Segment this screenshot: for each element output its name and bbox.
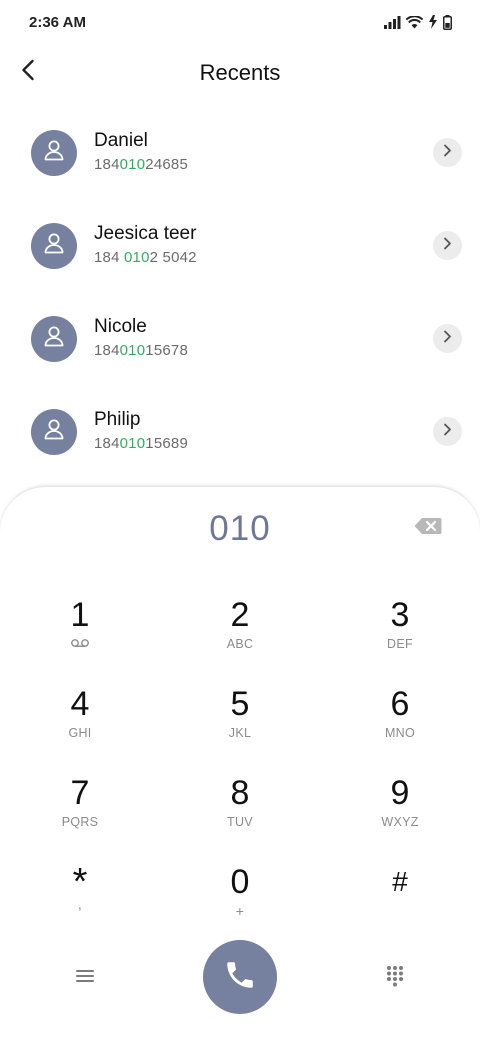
chevron-right-icon xyxy=(443,237,452,255)
recent-info: Philip 18401015689 xyxy=(94,408,433,455)
contact-number: 18401015678 xyxy=(94,342,188,359)
key-digit: 6 xyxy=(390,685,410,723)
key-letters: MNO xyxy=(384,726,416,740)
contact-name: Daniel xyxy=(94,130,148,151)
key-letters: GHI xyxy=(68,726,92,740)
key-8[interactable]: 8 TUV xyxy=(160,773,320,862)
dialpad-actions xyxy=(0,937,480,1017)
key-digit: # xyxy=(392,866,408,897)
voicemail-icon xyxy=(70,636,90,652)
recent-info: Daniel 18401024685 xyxy=(94,129,433,176)
key-digit: 5 xyxy=(230,685,250,723)
contact-details-button[interactable] xyxy=(433,417,462,446)
key-5[interactable]: 5 JKL xyxy=(160,684,320,773)
contact-name: Philip xyxy=(94,409,141,430)
key-letters: ABC xyxy=(226,637,254,651)
key-letters: DEF xyxy=(387,637,413,651)
back-button[interactable] xyxy=(12,56,44,88)
key-letters: , xyxy=(77,896,83,912)
contact-details-button[interactable] xyxy=(433,138,462,167)
header: Recents xyxy=(0,48,480,98)
match-highlight: 010 xyxy=(119,435,146,452)
contact-details-button[interactable] xyxy=(433,324,462,353)
avatar xyxy=(31,129,77,176)
key-1[interactable]: 1 xyxy=(0,595,160,684)
keypad-grid: 1 2 ABC 3 DEF 4 GHI 5 JKL 6 MNO 7 PQRS 8… xyxy=(0,595,480,951)
key-digit: 8 xyxy=(230,774,250,812)
dialpad-icon xyxy=(385,965,405,992)
menu-button[interactable] xyxy=(70,963,100,993)
status-icons xyxy=(384,14,452,30)
key-letters: PQRS xyxy=(61,815,99,829)
phone-icon xyxy=(223,958,257,997)
chevron-right-icon xyxy=(443,144,452,162)
key-3[interactable]: 3 DEF xyxy=(320,595,480,684)
chevron-right-icon xyxy=(443,423,452,441)
key-digit: 7 xyxy=(70,774,90,812)
key-letters: WXYZ xyxy=(381,815,419,829)
chevron-right-icon xyxy=(443,330,452,348)
key-9[interactable]: 9 WXYZ xyxy=(320,773,480,862)
avatar xyxy=(31,222,77,269)
key-digit: 1 xyxy=(70,596,90,634)
key-6[interactable]: 6 MNO xyxy=(320,684,480,773)
dialed-number-display: 010 xyxy=(209,509,271,548)
match-highlight: 010 xyxy=(119,342,146,359)
person-icon xyxy=(43,325,65,352)
backspace-icon xyxy=(414,517,442,540)
recent-info: Nicole 18401015678 xyxy=(94,315,433,362)
avatar xyxy=(31,315,77,362)
match-highlight: 010 xyxy=(119,156,146,173)
status-bar: 2:36 AM xyxy=(0,0,480,44)
call-button[interactable] xyxy=(203,940,277,1014)
dialpad-sheet: 010 1 2 ABC 3 DEF 4 GHI 5 JKL 6 MNO 7 PQ… xyxy=(0,486,480,1040)
match-highlight: 010 xyxy=(124,249,150,266)
status-time: 2:36 AM xyxy=(29,13,86,31)
battery-icon xyxy=(443,14,452,30)
key-digit: 4 xyxy=(70,685,90,723)
wifi-icon xyxy=(406,15,423,29)
person-icon xyxy=(43,232,65,259)
contact-number: 184 0102 5042 xyxy=(94,249,197,266)
recent-item-daniel[interactable]: Daniel 18401024685 xyxy=(0,106,480,199)
contact-name: Jeesica teer xyxy=(94,223,197,244)
key-letters: + xyxy=(235,903,245,919)
contact-details-button[interactable] xyxy=(433,231,462,260)
recents-list: Daniel 18401024685 Jeesica teer 184 0102… xyxy=(0,106,480,478)
page-title: Recents xyxy=(199,60,281,85)
contact-number: 18401024685 xyxy=(94,156,188,173)
avatar xyxy=(31,408,77,455)
contact-name: Nicole xyxy=(94,316,147,337)
key-digit: 3 xyxy=(390,596,410,634)
key-letters: TUV xyxy=(227,815,253,829)
back-arrow-icon xyxy=(21,59,35,86)
backspace-button[interactable] xyxy=(412,517,444,539)
recent-item-jeesica-teer[interactable]: Jeesica teer 184 0102 5042 xyxy=(0,199,480,292)
recent-item-philip[interactable]: Philip 18401015689 xyxy=(0,385,480,478)
key-2[interactable]: 2 ABC xyxy=(160,595,320,684)
key-digit: 9 xyxy=(390,774,410,812)
person-icon xyxy=(43,139,65,166)
person-icon xyxy=(43,418,65,445)
recent-info: Jeesica teer 184 0102 5042 xyxy=(94,222,433,269)
menu-icon xyxy=(75,968,95,989)
key-7[interactable]: 7 PQRS xyxy=(0,773,160,862)
key-4[interactable]: 4 GHI xyxy=(0,684,160,773)
charging-icon xyxy=(428,15,438,29)
key-digit: 0 xyxy=(230,863,250,901)
key-digit: 2 xyxy=(230,596,250,634)
key-letters: JKL xyxy=(228,726,252,740)
recent-item-nicole[interactable]: Nicole 18401015678 xyxy=(0,292,480,385)
signal-icon xyxy=(384,15,401,29)
keypad-toggle-button[interactable] xyxy=(380,963,410,993)
contact-number: 18401015689 xyxy=(94,435,188,452)
